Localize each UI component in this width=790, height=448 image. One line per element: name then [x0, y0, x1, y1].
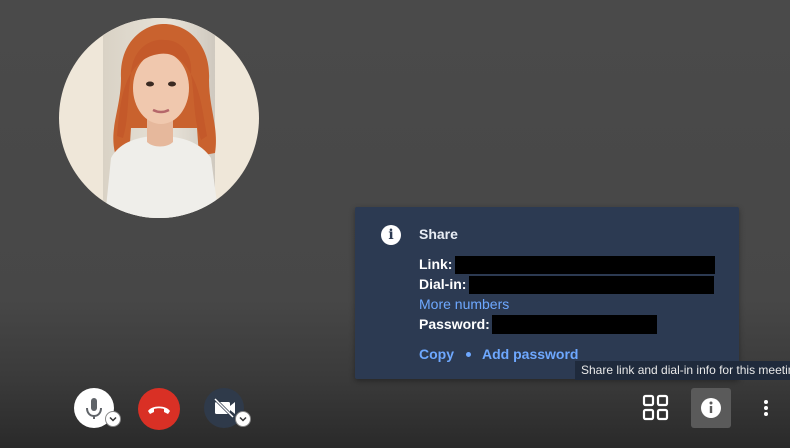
add-password-button[interactable]: Add password: [482, 346, 578, 362]
link-value-redacted: [455, 256, 715, 274]
share-panel: i Share Link: Dial-in: More numbers Pass…: [355, 207, 739, 379]
hang-up-icon: [148, 406, 170, 414]
dialin-value-redacted: [469, 276, 714, 294]
hang-up-button[interactable]: [138, 388, 180, 430]
chevron-down-icon: [239, 416, 247, 422]
info-icon: i: [381, 225, 401, 245]
info-icon: [701, 398, 721, 418]
participant-avatar: [59, 18, 259, 218]
info-tooltip: Share link and dial-in info for this mee…: [575, 361, 790, 380]
password-label: Password:: [419, 316, 490, 332]
share-actions: Copy Add password: [419, 346, 578, 362]
share-title: Share: [419, 226, 458, 242]
more-numbers-link[interactable]: More numbers: [419, 296, 509, 312]
microphone-options-button[interactable]: [105, 411, 121, 427]
password-value-redacted: [492, 315, 657, 334]
chevron-down-icon: [109, 416, 117, 422]
link-label: Link:: [419, 256, 453, 272]
grid-view-icon: [642, 394, 669, 421]
more-vert-icon: [764, 400, 768, 416]
grid-view-button[interactable]: [636, 388, 676, 428]
separator-dot: [466, 351, 471, 357]
dialin-label: Dial-in:: [419, 276, 467, 292]
avatar-photo: [105, 23, 219, 218]
meeting-info-button[interactable]: [691, 388, 731, 428]
copy-button[interactable]: Copy: [419, 346, 454, 362]
more-options-button[interactable]: [754, 392, 778, 424]
camera-options-button[interactable]: [235, 411, 251, 427]
